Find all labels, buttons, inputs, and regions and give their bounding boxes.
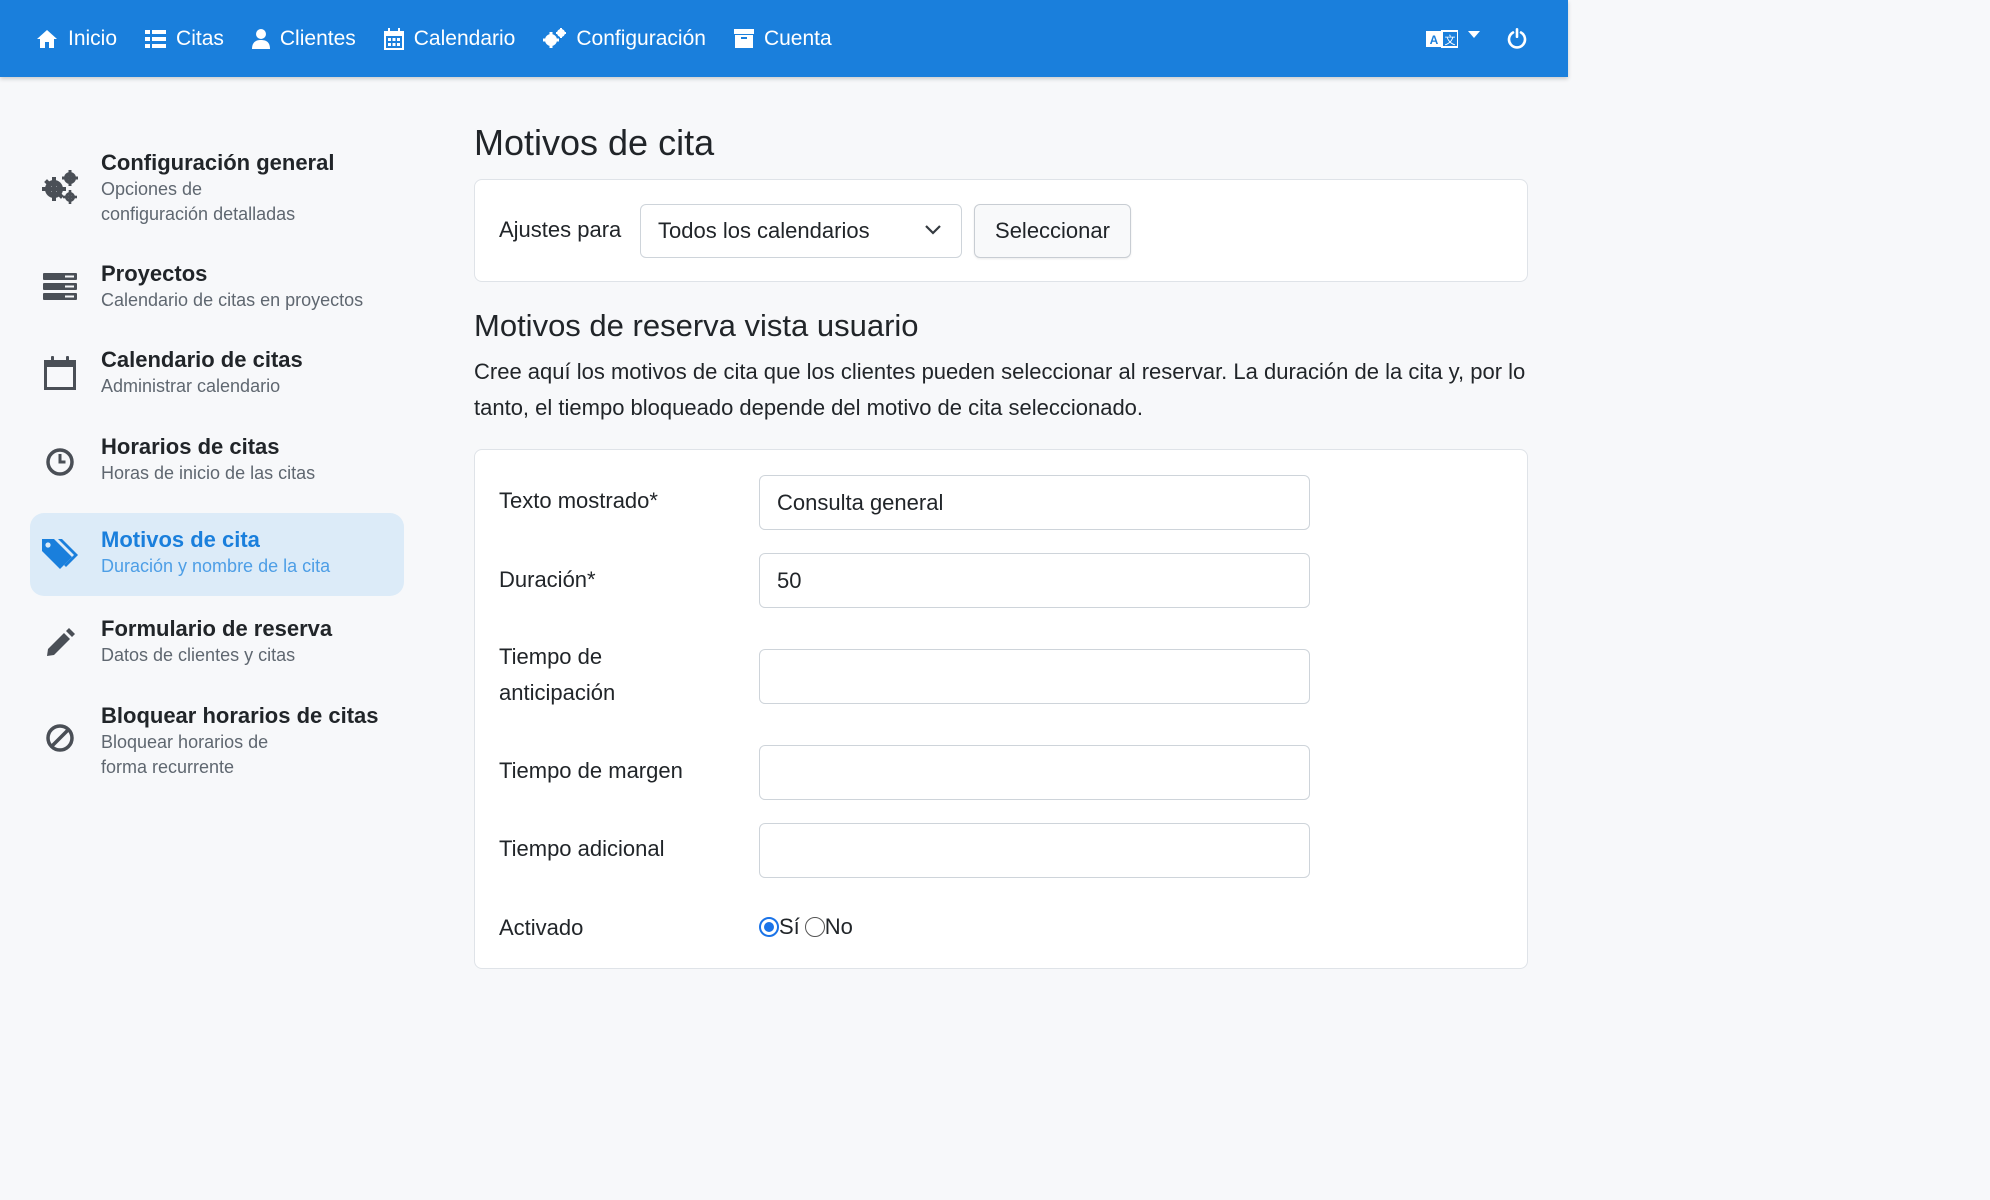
sidebar-item-subtitle: Horas de inicio de las citas <box>101 463 316 483</box>
active-yes-radio[interactable] <box>759 917 779 937</box>
settings-for-label: Ajustes para <box>499 217 622 242</box>
tags-icon <box>42 536 78 572</box>
caret-down-icon <box>1468 30 1480 38</box>
calendar-settings-card: Ajustes para Todos los calendarios Selec… <box>474 179 1528 282</box>
list-icon <box>145 29 167 48</box>
nav-account[interactable]: Cuenta <box>733 0 832 77</box>
calendar-icon <box>383 27 404 50</box>
pencil-icon <box>42 625 78 661</box>
nav-clients[interactable]: Clientes <box>251 0 356 77</box>
calendar-icon <box>42 355 78 391</box>
language-dropdown[interactable]: A 文 <box>1426 0 1480 77</box>
sidebar-item-subtitle: Duración y nombre de la cita <box>101 556 331 576</box>
duration-label: Duración* <box>499 567 596 592</box>
sidebar-item-title: Proyectos <box>101 261 208 286</box>
logout-button[interactable] <box>1507 0 1527 77</box>
svg-text:A: A <box>1430 33 1439 47</box>
nav-clients-label: Clientes <box>279 26 356 50</box>
appointment-reason-form: Texto mostrado* Duración* Tiempo de anti… <box>474 449 1528 969</box>
nav-appointments-label: Citas <box>176 26 224 50</box>
active-no-label: No <box>824 914 853 939</box>
translate-icon: A 文 <box>1426 29 1458 48</box>
nav-settings[interactable]: Configuración <box>543 0 706 77</box>
settings-sidebar: Configuración general Opciones de config… <box>30 140 404 783</box>
section-title: Motivos de reserva vista usuario <box>474 308 919 343</box>
sidebar-item-title: Bloquear horarios de citas <box>101 703 379 728</box>
lead-time-input[interactable] <box>759 649 1310 704</box>
active-label: Activado <box>499 915 584 940</box>
svg-text:文: 文 <box>1445 33 1456 47</box>
section-description: Cree aquí los motivos de cita que los cl… <box>474 359 1526 420</box>
archive-icon <box>733 29 754 48</box>
sidebar-item-title: Formulario de reserva <box>101 616 333 641</box>
sidebar-item-booking-form[interactable]: Formulario de reserva Datos de clientes … <box>30 596 404 683</box>
active-yes-label: Sí <box>779 914 800 939</box>
sidebar-item-title: Calendario de citas <box>101 347 303 372</box>
user-icon <box>251 28 270 49</box>
chevron-down-icon <box>925 225 941 235</box>
nav-home-label: Inicio <box>68 26 118 50</box>
additional-time-label: Tiempo adicional <box>499 836 665 861</box>
nav-home[interactable]: Inicio <box>36 0 117 77</box>
ban-icon <box>42 720 78 756</box>
sidebar-item-appointment-calendar[interactable]: Calendario de citas Administrar calendar… <box>30 337 404 424</box>
sidebar-item-appointment-times[interactable]: Horarios de citas Horas de inicio de las… <box>30 424 404 511</box>
page-title: Motivos de cita <box>474 122 715 163</box>
gears-icon <box>543 28 567 48</box>
nav-calendar-label: Calendario <box>413 26 516 50</box>
sidebar-item-appointment-reasons[interactable]: Motivos de cita Duración y nombre de la … <box>30 513 404 596</box>
sidebar-item-subtitle: Administrar calendario <box>101 376 281 396</box>
sidebar-item-title: Motivos de cita <box>101 527 260 552</box>
display-text-label: Texto mostrado* <box>499 488 658 513</box>
nav-settings-label: Configuración <box>576 26 706 50</box>
gears-icon <box>42 169 78 205</box>
select-button[interactable]: Seleccionar <box>974 204 1131 258</box>
lead-time-label: Tiempo de anticipación <box>499 644 616 705</box>
nav-appointments[interactable]: Citas <box>145 0 224 77</box>
display-text-input[interactable] <box>759 475 1310 530</box>
calendar-select-value: Todos los calendarios <box>658 218 870 243</box>
sidebar-item-general-settings[interactable]: Configuración general Opciones de config… <box>30 140 404 251</box>
active-radio-group: Sí No <box>759 914 853 940</box>
margin-time-label: Tiempo de margen <box>499 758 683 783</box>
server-icon <box>42 269 78 305</box>
home-icon <box>37 29 57 48</box>
sidebar-item-subtitle: Calendario de citas en proyectos <box>101 290 364 310</box>
power-icon <box>1507 28 1527 49</box>
calendar-select[interactable]: Todos los calendarios <box>640 204 962 258</box>
sidebar-item-title: Configuración general <box>101 150 335 175</box>
additional-time-input[interactable] <box>759 823 1310 878</box>
nav-calendar[interactable]: Calendario <box>383 0 516 77</box>
nav-account-label: Cuenta <box>763 26 832 50</box>
top-navbar: Inicio Citas Clientes Calendario Configu… <box>0 0 1568 77</box>
margin-time-input[interactable] <box>759 745 1310 800</box>
sidebar-item-block-times[interactable]: Bloquear horarios de citas Bloquear hora… <box>30 683 404 783</box>
sidebar-item-title: Horarios de citas <box>101 434 280 459</box>
sidebar-item-projects[interactable]: Proyectos Calendario de citas en proyect… <box>30 251 404 337</box>
active-no-radio[interactable] <box>804 917 825 937</box>
clock-icon <box>42 444 78 480</box>
duration-input[interactable] <box>759 553 1310 608</box>
sidebar-item-subtitle: Datos de clientes y citas <box>101 645 296 665</box>
